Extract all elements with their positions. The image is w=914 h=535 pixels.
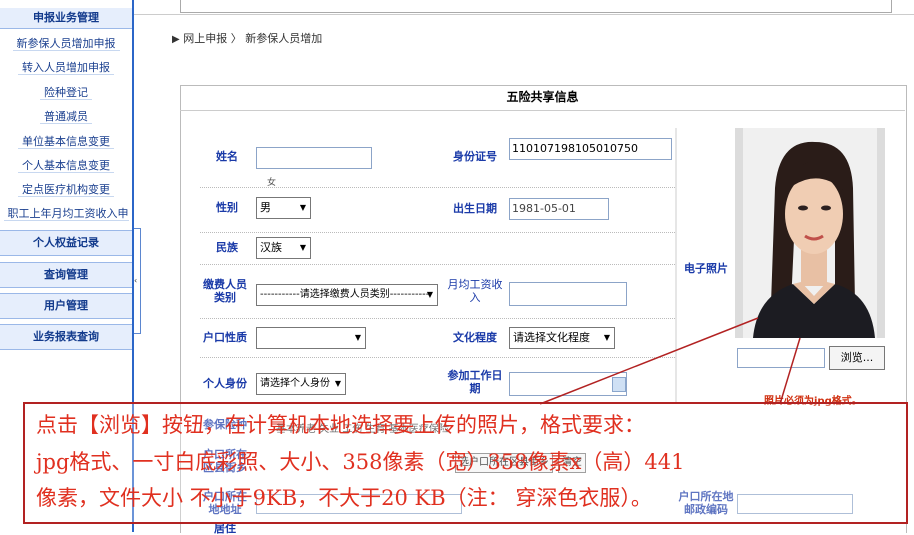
annotation-line-1: 点击【浏览】按钮，在计算机本地选择要上传的照片，格式要求：: [36, 413, 645, 437]
annotation-line-3: 像素，文件大小 不小于9KB，不大于20 KB（注： 穿深色衣服）。: [36, 486, 652, 510]
annotation-line-2: jpg格式、一寸白底彩照、大小、358像素（宽）358像素x（高）441: [36, 450, 685, 474]
